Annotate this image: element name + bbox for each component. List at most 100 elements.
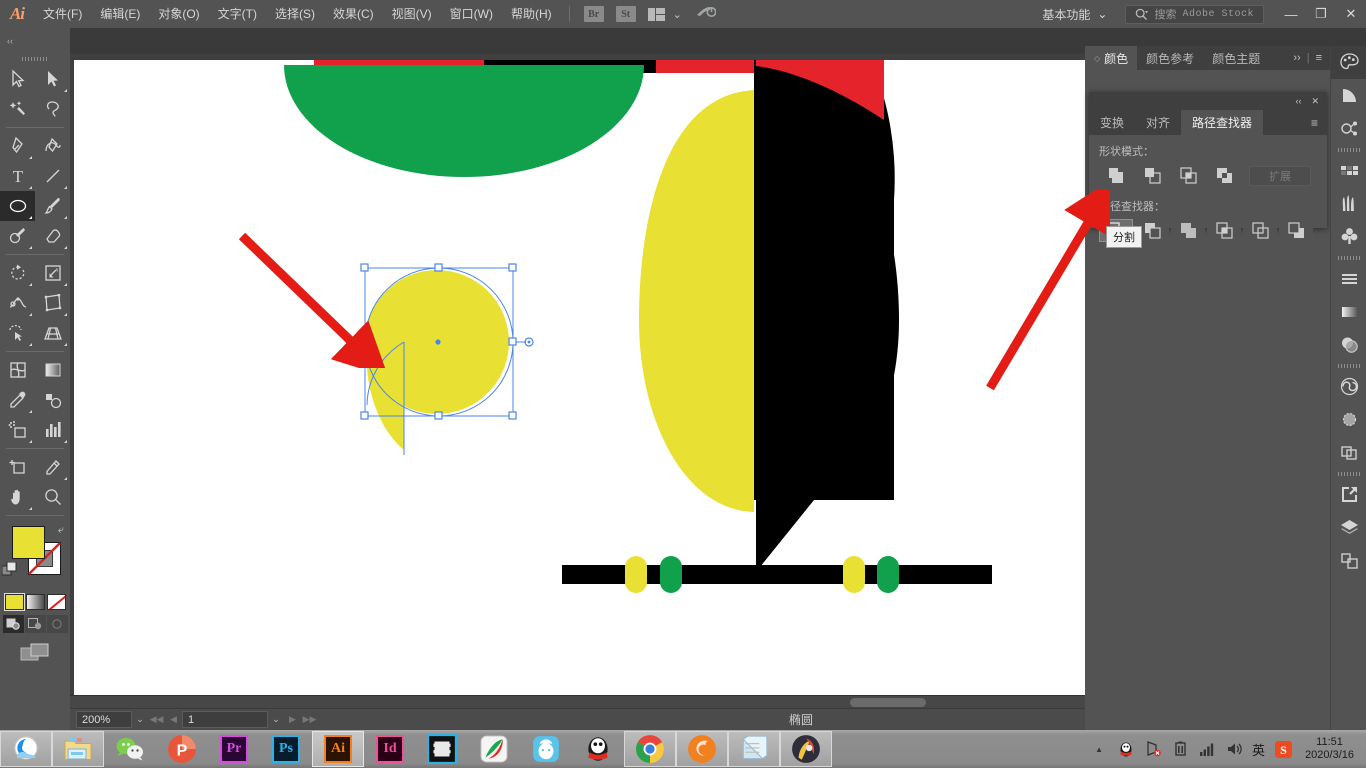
qq-tray-icon[interactable] [1117, 740, 1135, 758]
menu-type[interactable]: 文字(T) [209, 0, 266, 28]
scale-tool[interactable] [35, 258, 70, 288]
zoom-tool[interactable] [35, 482, 70, 512]
toolbar-collapse-handle[interactable]: ‹‹ [0, 28, 70, 54]
draw-inside-button[interactable] [46, 615, 68, 633]
free-transform-tool[interactable] [35, 288, 70, 318]
powerpoint-icon[interactable]: P [156, 731, 208, 767]
menu-view[interactable]: 视图(V) [383, 0, 441, 28]
photoshop-icon[interactable]: Ps [260, 731, 312, 767]
tab-align[interactable]: 对齐 [1135, 110, 1181, 135]
creative-cloud-libraries-icon[interactable] [1331, 370, 1366, 403]
close-icon[interactable]: ✕ [1311, 96, 1319, 107]
menu-select[interactable]: 选择(S) [266, 0, 324, 28]
qq-penguin-icon[interactable] [572, 731, 624, 767]
eyedropper-tool[interactable] [0, 385, 35, 415]
minimize-button[interactable]: — [1276, 0, 1306, 28]
tab-color-themes[interactable]: 颜色主题 [1203, 46, 1269, 70]
chrome-icon[interactable] [624, 731, 676, 767]
last-artboard-button[interactable]: ▶▶ [301, 711, 318, 728]
width-tool[interactable] [0, 288, 35, 318]
toolbar-grip[interactable] [0, 54, 70, 64]
xunlei-icon[interactable] [520, 731, 572, 767]
first-artboard-button[interactable]: ◀◀ [148, 711, 165, 728]
menu-help[interactable]: 帮助(H) [502, 0, 561, 28]
direct-selection-tool[interactable] [35, 64, 70, 94]
tab-transform[interactable]: 变换 [1089, 110, 1135, 135]
volume-icon[interactable] [1225, 740, 1243, 758]
eraser-tool[interactable] [35, 221, 70, 251]
menu-effect[interactable]: 效果(C) [324, 0, 383, 28]
symbol-sprayer-tool[interactable] [0, 415, 35, 445]
media-player-icon[interactable] [780, 731, 832, 767]
ime-language-indicator[interactable]: 英 [1252, 740, 1265, 758]
qq-browser-icon[interactable] [0, 731, 52, 767]
sogou-input-icon[interactable]: S [1274, 740, 1292, 758]
align-panel-icon[interactable] [1331, 544, 1366, 577]
appearance-panel-icon[interactable] [1331, 403, 1366, 436]
lasso-tool[interactable] [35, 94, 70, 124]
tab-color[interactable]: ◇ 颜色 [1085, 46, 1138, 70]
brushes-panel-icon[interactable] [1331, 187, 1366, 220]
mesh-tool[interactable] [0, 355, 35, 385]
transparency-panel-icon[interactable] [1331, 328, 1366, 361]
rail-grip-3[interactable] [1331, 361, 1366, 370]
network-error-icon[interactable] [1144, 740, 1162, 758]
color-swatch-button[interactable] [3, 593, 25, 611]
selection-tool[interactable] [0, 64, 35, 94]
artboard-number-input[interactable]: 1 [182, 711, 268, 728]
paintbrush-tool[interactable] [35, 191, 70, 221]
rotate-tool[interactable] [0, 258, 35, 288]
workspace-switcher[interactable]: 基本功能 ⌄ [1030, 4, 1119, 24]
bridge-button[interactable]: Br [583, 6, 604, 22]
rail-grip-2[interactable] [1331, 253, 1366, 262]
shaper-tool[interactable] [0, 221, 35, 251]
gradient-swatch-button[interactable] [25, 594, 45, 610]
stock-search-input[interactable]: 搜索 Adobe Stock [1125, 4, 1264, 24]
menu-file[interactable]: 文件(F) [34, 0, 91, 28]
shape-builder-tool[interactable] [0, 318, 35, 348]
artboard-dropdown-icon[interactable]: ⌄ [268, 711, 284, 728]
rail-grip-1[interactable] [1331, 145, 1366, 154]
slice-tool[interactable] [35, 452, 70, 482]
layers-panel-icon[interactable] [1331, 511, 1366, 544]
symbols-panel-icon[interactable] [1331, 220, 1366, 253]
stock-button[interactable]: St [615, 6, 636, 22]
panel-menu-icon[interactable]: ≡ [1316, 52, 1322, 64]
unite-button[interactable] [1099, 164, 1133, 187]
outline-button[interactable] [1243, 219, 1277, 242]
wechat-icon[interactable] [104, 731, 156, 767]
change-screen-mode-button[interactable] [0, 643, 70, 663]
menu-edit[interactable]: 编辑(E) [91, 0, 149, 28]
color-panel-icon[interactable] [1331, 46, 1366, 79]
show-hidden-icons-button[interactable]: ▲ [1090, 740, 1108, 758]
battery-icon[interactable] [1171, 740, 1189, 758]
canvas-area[interactable] [70, 54, 1311, 708]
notepad-icon[interactable] [728, 731, 780, 767]
column-graph-tool[interactable] [35, 415, 70, 445]
previous-artboard-button[interactable]: ◀ [165, 711, 182, 728]
line-segment-tool[interactable] [35, 161, 70, 191]
stroke-panel-icon[interactable] [1331, 262, 1366, 295]
firefox-icon[interactable] [676, 731, 728, 767]
file-explorer-icon[interactable] [52, 731, 104, 767]
next-artboard-button[interactable]: ▶ [284, 711, 301, 728]
none-swatch-button[interactable] [46, 594, 66, 610]
rail-grip-4[interactable] [1331, 469, 1366, 478]
color-guide-panel-icon[interactable] [1331, 79, 1366, 112]
pdf-reader-icon[interactable] [468, 731, 520, 767]
pen-tool[interactable] [0, 131, 35, 161]
draw-normal-button[interactable] [2, 615, 24, 633]
draw-behind-button[interactable] [24, 615, 46, 633]
magic-wand-tool[interactable] [0, 94, 35, 124]
gradient-panel-icon[interactable] [1331, 295, 1366, 328]
blend-tool[interactable] [35, 385, 70, 415]
arrange-documents-icon[interactable]: ⌄ [647, 7, 682, 21]
sync-settings-icon[interactable] [696, 4, 717, 24]
curvature-tool[interactable] [35, 131, 70, 161]
signal-icon[interactable] [1198, 740, 1216, 758]
expand-button[interactable]: 扩展 [1249, 165, 1311, 186]
close-button[interactable]: ✕ [1336, 0, 1366, 28]
indesign-icon[interactable]: Id [364, 731, 416, 767]
illustrator-icon[interactable]: Ai [312, 731, 364, 767]
tab-color-guide[interactable]: 颜色参考 [1137, 46, 1203, 70]
